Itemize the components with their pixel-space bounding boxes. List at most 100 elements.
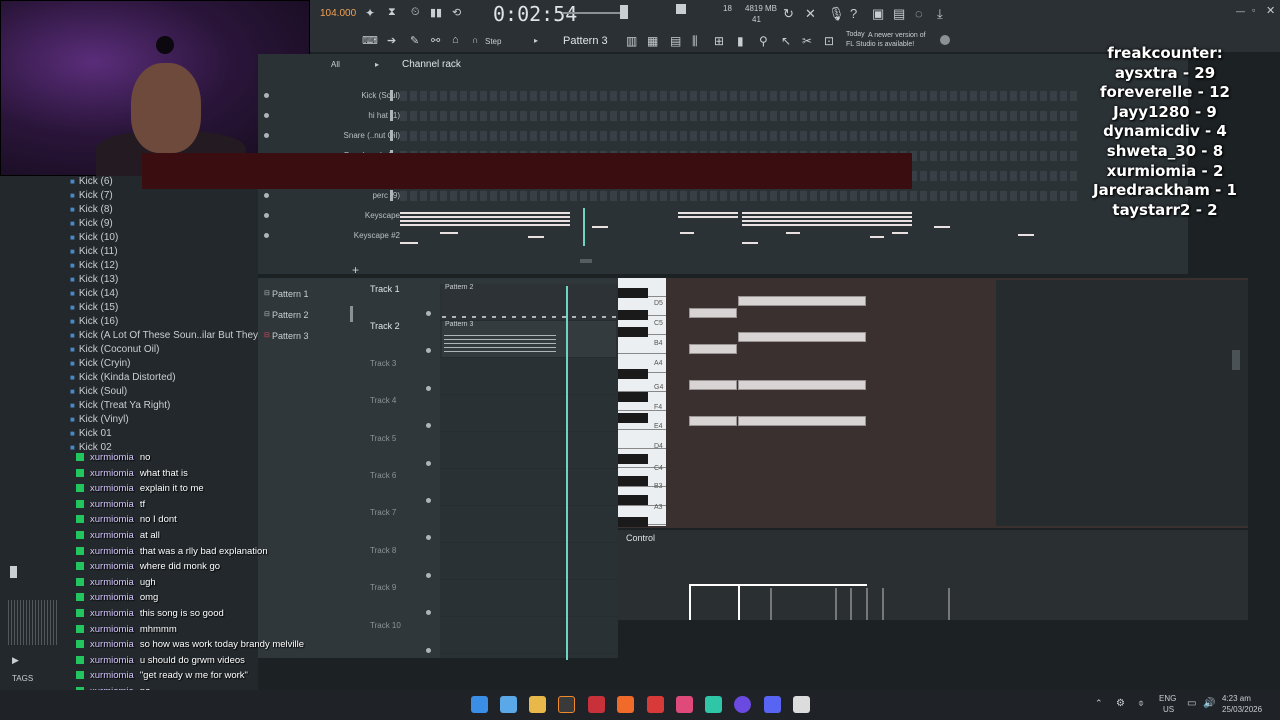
keyscape-note[interactable] xyxy=(742,212,912,214)
channel-name-button[interactable]: hi hat (1) xyxy=(320,111,400,120)
brave-browser-icon[interactable] xyxy=(617,696,634,713)
track-enable-dot[interactable] xyxy=(426,572,431,578)
piano-black-key[interactable] xyxy=(618,495,648,505)
channel-mute-toggle[interactable] xyxy=(264,113,269,118)
keyscape-note[interactable] xyxy=(440,232,458,234)
keyboard-icon[interactable]: ⌨ xyxy=(362,34,378,47)
browser-item[interactable]: Kick (13) xyxy=(70,274,118,285)
pattern-item[interactable]: Pattern 3 xyxy=(272,331,309,341)
channel-name-button[interactable]: Snare (..nut Oil) xyxy=(320,131,400,140)
pattern-arrow-icon[interactable]: ▸ xyxy=(534,36,538,45)
piano-roll-note[interactable] xyxy=(738,416,866,426)
wait-record-icon[interactable]: ⧗ xyxy=(388,6,404,20)
velocity-bar[interactable] xyxy=(882,588,884,620)
chat-username[interactable]: xurmiomia xyxy=(90,468,134,479)
browser-item[interactable]: Kick (Coconut Oil) xyxy=(70,344,160,355)
piano-black-key[interactable] xyxy=(618,369,648,379)
velocity-bar[interactable] xyxy=(835,588,837,620)
cut-icon[interactable]: ✂ xyxy=(802,34,812,48)
velocity-bar[interactable] xyxy=(689,584,691,620)
track-label[interactable]: Track 2 xyxy=(370,321,400,331)
metronome-icon[interactable]: ✦ xyxy=(365,6,381,20)
keyscape-note[interactable] xyxy=(680,232,694,234)
cart-icon[interactable]: ⊡ xyxy=(824,34,834,48)
keyscape-note[interactable] xyxy=(400,242,418,244)
piano-roll-note[interactable] xyxy=(738,380,866,390)
save-icon[interactable]: ▣ xyxy=(872,6,884,22)
keyscape-note[interactable] xyxy=(742,220,912,222)
play-arrow-icon[interactable]: ➔ xyxy=(387,34,396,47)
channel-rack-scrollbar[interactable] xyxy=(580,259,592,263)
chat-username[interactable]: xurmiomia xyxy=(90,577,134,588)
white-app-icon[interactable] xyxy=(793,696,810,713)
track-label[interactable]: Track 5 xyxy=(370,434,396,443)
channel-mute-toggle[interactable] xyxy=(264,233,269,238)
snap-selector[interactable]: Step xyxy=(485,37,501,46)
step-sequencer-row[interactable] xyxy=(400,91,1080,101)
help-icon[interactable]: ? xyxy=(850,6,857,21)
preview-play-icon[interactable]: ▶ xyxy=(12,655,19,666)
channel-select-indicator[interactable] xyxy=(390,190,393,201)
taskbar-clock-date[interactable]: 25/03/2026 xyxy=(1222,705,1262,714)
track-label[interactable]: Track 8 xyxy=(370,546,396,555)
refresh-icon[interactable]: ↻ xyxy=(783,6,794,22)
keyscape-note[interactable] xyxy=(400,212,570,214)
channel-mute-toggle[interactable] xyxy=(264,193,269,198)
volume-icon[interactable]: 🔊 xyxy=(1203,698,1215,709)
channel-mute-toggle[interactable] xyxy=(264,93,269,98)
piano-black-key[interactable] xyxy=(618,413,648,423)
keyscape-note[interactable] xyxy=(400,224,570,226)
download-icon[interactable]: ⤓ xyxy=(937,6,943,22)
file-explorer-icon[interactable] xyxy=(529,696,546,713)
piano-roll-note[interactable] xyxy=(738,296,866,306)
link-icon[interactable]: ⚯ xyxy=(431,34,440,47)
chat-username[interactable]: xurmiomia xyxy=(90,530,134,541)
channel-name-button[interactable]: Kick (Soul) xyxy=(320,91,400,100)
master-volume-handle[interactable] xyxy=(620,5,628,19)
red-app-icon[interactable] xyxy=(647,696,664,713)
tags-label[interactable]: TAGS xyxy=(12,674,33,683)
piano-black-key[interactable] xyxy=(618,392,648,402)
browser-item[interactable]: Kick (9) xyxy=(70,218,113,229)
loop-record-icon[interactable]: ⟲ xyxy=(452,6,468,20)
master-volume-slider[interactable] xyxy=(562,12,626,14)
microphone-icon[interactable]: 🎙 xyxy=(828,6,845,22)
close-icon[interactable]: ✕ xyxy=(1266,4,1275,17)
plugin-icon[interactable]: ⚲ xyxy=(759,34,768,48)
tray-chevron-icon[interactable]: ⌃ xyxy=(1095,698,1103,709)
channel-filter[interactable]: All xyxy=(331,60,340,69)
file-icon[interactable]: ▮ xyxy=(737,34,744,48)
mixer-icon[interactable]: ▤ xyxy=(893,6,905,22)
chat-username[interactable]: xurmiomia xyxy=(90,561,134,572)
language-indicator[interactable]: ENG xyxy=(1159,694,1176,703)
track-label[interactable]: Track 6 xyxy=(370,471,396,480)
step-sequencer-row[interactable] xyxy=(400,191,1080,201)
fl-studio-taskbar-icon[interactable] xyxy=(558,696,575,713)
browser-item[interactable]: Kick (15) xyxy=(70,302,118,313)
windows-start-icon[interactable] xyxy=(471,696,488,713)
browser-item[interactable]: Kick (Soul) xyxy=(70,386,127,397)
music-app-icon[interactable] xyxy=(588,696,605,713)
keyscape-note[interactable] xyxy=(528,236,544,238)
magnet-icon[interactable]: ∩ xyxy=(472,35,478,45)
language-region[interactable]: US xyxy=(1163,705,1174,714)
keyscape-note[interactable] xyxy=(1018,234,1034,236)
countdown-icon[interactable]: ⏲ xyxy=(411,6,427,20)
browser-item[interactable]: Kick (14) xyxy=(70,288,118,299)
minimize-icon[interactable]: — xyxy=(1236,6,1245,16)
track-label[interactable]: Track 7 xyxy=(370,508,396,517)
velocity-bar[interactable] xyxy=(738,584,740,620)
track-enable-dot[interactable] xyxy=(426,311,431,316)
keyscape-note[interactable] xyxy=(742,242,758,244)
stamp-icon[interactable]: ⌂ xyxy=(452,34,459,46)
browser-item[interactable]: Kick (Kinda Distorted) xyxy=(70,372,176,383)
keyscape-note[interactable] xyxy=(678,212,738,214)
cursor-icon[interactable]: ↖ xyxy=(781,34,791,48)
discord-icon[interactable] xyxy=(764,696,781,713)
track-enable-dot[interactable] xyxy=(426,460,431,466)
tools-icon[interactable]: ✕ xyxy=(805,6,816,22)
keyscape-note[interactable] xyxy=(742,216,912,218)
velocity-bar[interactable] xyxy=(850,588,852,620)
piano-black-key[interactable] xyxy=(618,327,648,337)
channel-name-button[interactable]: Keyscape #2 xyxy=(320,231,400,240)
